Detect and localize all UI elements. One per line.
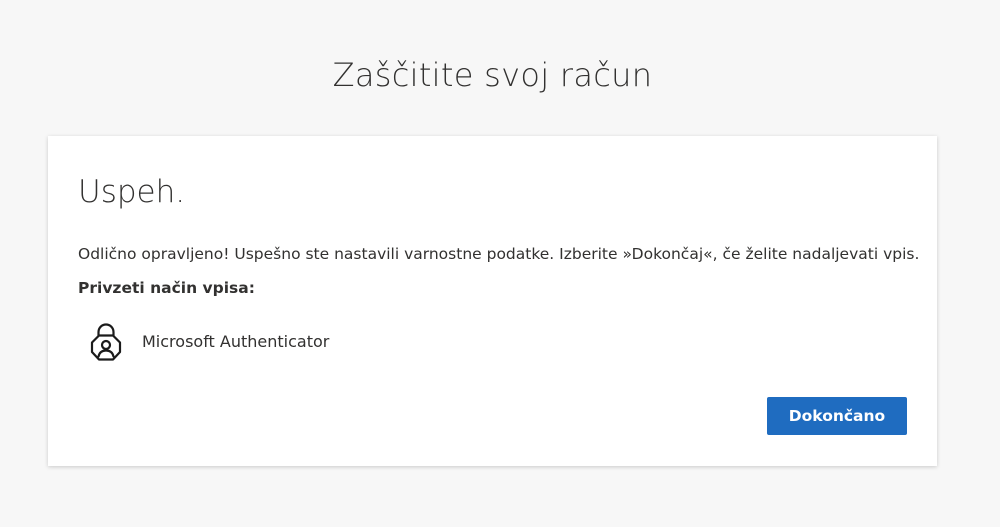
success-card: Uspeh. Odlično opravljeno! Uspešno ste n… [48,136,937,466]
default-method-item: Microsoft Authenticator [88,320,329,364]
default-method-label: Privzeti način vpisa: [78,279,255,297]
page-title: Zaščitite svoj račun [332,56,653,95]
success-heading: Uspeh. [78,174,186,210]
success-message: Odlično opravljeno! Uspešno ste nastavil… [78,245,920,263]
done-button[interactable]: Dokončano [767,397,907,435]
method-name: Microsoft Authenticator [142,332,330,351]
authenticator-lock-icon [88,320,124,364]
